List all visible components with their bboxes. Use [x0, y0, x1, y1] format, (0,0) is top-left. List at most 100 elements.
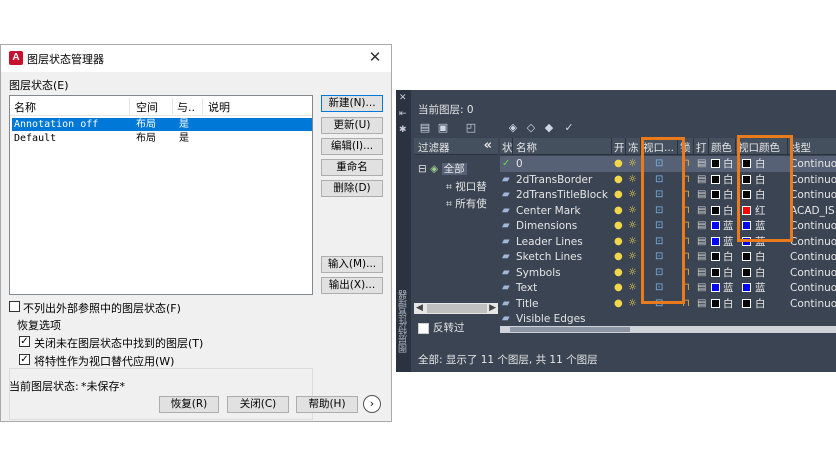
color-swatch[interactable] — [711, 236, 720, 246]
lightbulb-on-icon[interactable]: ● — [614, 204, 623, 218]
rename-button[interactable]: 重命名 — [321, 159, 383, 176]
linetype-name[interactable]: Continuo — [790, 266, 836, 280]
delete-layer-icon[interactable]: ◆ — [542, 121, 556, 134]
thaw-sun-icon[interactable]: ☼ — [628, 250, 637, 264]
col-vp-freeze[interactable]: 视口... — [643, 140, 674, 155]
tree-node-all[interactable]: ⊟ ◈ 全部 — [418, 161, 467, 176]
viewport-freeze-icon[interactable]: ⊡ — [655, 266, 663, 280]
linetype-name[interactable]: Continuo — [790, 281, 836, 295]
col-freeze[interactable]: 冻 — [628, 140, 639, 155]
layer-row[interactable]: ✓ 0 ● ☼ ⊡ ⊓ ▤ 白 白 Continuo — [500, 156, 836, 172]
close-icon[interactable]: ✕ — [367, 49, 383, 65]
column-header-space[interactable]: 空间 — [136, 99, 158, 115]
viewport-color-swatch[interactable] — [742, 283, 751, 292]
viewport-color-swatch[interactable] — [742, 298, 751, 308]
plot-icon[interactable]: ▤ — [697, 188, 706, 202]
tree-node-viewport-overrides[interactable]: ⌗ 视口替 — [446, 179, 487, 194]
linetype-name[interactable]: Continuo — [790, 297, 836, 311]
set-current-icon[interactable]: ✓ — [562, 121, 576, 134]
lightbulb-on-icon[interactable]: ● — [614, 235, 623, 249]
apply-viewport-overrides-checkbox[interactable]: ✓ — [19, 354, 30, 365]
lightbulb-on-icon[interactable]: ● — [614, 219, 623, 233]
layer-name[interactable]: Center Mark — [516, 204, 581, 218]
thaw-sun-icon[interactable]: ☼ — [628, 281, 637, 295]
invert-filter-checkbox[interactable] — [418, 322, 429, 334]
layer-row[interactable]: ▰ 2dTransBorder ● ☼ ⊡ ⊓ ▤ 白 白 Continuo — [500, 172, 836, 188]
col-vp-color[interactable]: 视口颜色 — [738, 140, 780, 155]
plot-icon[interactable]: ▤ — [697, 297, 706, 311]
thaw-sun-icon[interactable]: ☼ — [628, 204, 637, 218]
viewport-freeze-icon[interactable]: ⊡ — [655, 281, 663, 295]
unlock-icon[interactable]: ⊓ — [682, 204, 690, 218]
turn-off-missing-layers-checkbox[interactable]: ✓ — [19, 336, 30, 347]
delete-button[interactable]: 删除(D) — [321, 180, 383, 197]
column-header-match[interactable]: 与.. — [177, 99, 195, 115]
color-swatch[interactable] — [711, 205, 720, 215]
col-color[interactable]: 颜色 — [711, 140, 732, 155]
thaw-sun-icon[interactable]: ☼ — [628, 173, 637, 187]
layer-row[interactable]: ▰ 2dTransTitleBlock ● ☼ ⊡ ⊓ ▤ 白 白 Continuo — [500, 187, 836, 203]
col-name[interactable]: 名称 — [516, 140, 537, 155]
thaw-sun-icon[interactable]: ☼ — [628, 188, 637, 202]
linetype-name[interactable]: Continuo — [790, 219, 836, 233]
unlock-icon[interactable]: ⊓ — [682, 281, 690, 295]
col-status[interactable]: 状 — [502, 140, 513, 155]
col-linetype[interactable]: 线型 — [790, 140, 811, 155]
scroll-thumb[interactable] — [510, 327, 630, 332]
linetype-name[interactable]: Continuo — [790, 188, 836, 202]
plot-icon[interactable]: ▤ — [697, 250, 706, 264]
new-button[interactable]: 新建(N)... — [321, 95, 383, 112]
layer-name[interactable]: Sketch Lines — [516, 250, 582, 264]
exclude-xref-checkbox[interactable] — [9, 301, 20, 312]
lightbulb-on-icon[interactable]: ● — [614, 250, 623, 264]
color-swatch[interactable] — [711, 190, 720, 199]
linetype-name[interactable]: Continuo — [790, 173, 836, 187]
lightbulb-on-icon[interactable]: ● — [614, 266, 623, 280]
thaw-sun-icon[interactable]: ☼ — [628, 235, 637, 249]
unlock-icon[interactable]: ⊓ — [682, 266, 690, 280]
unlock-icon[interactable]: ⊓ — [682, 157, 690, 171]
unlock-icon[interactable]: ⊓ — [682, 297, 690, 311]
color-swatch[interactable] — [711, 221, 720, 230]
unlock-icon[interactable]: ⊓ — [682, 219, 690, 233]
color-swatch[interactable] — [711, 252, 720, 261]
unlock-icon[interactable]: ⊓ — [682, 188, 690, 202]
color-swatch[interactable] — [711, 267, 720, 277]
layer-state-row[interactable]: Default 布局 是 — [12, 132, 312, 145]
new-layer-icon[interactable]: ◈ — [506, 121, 520, 134]
new-group-filter-icon[interactable]: ▣ — [436, 121, 450, 134]
plot-icon[interactable]: ▤ — [697, 173, 706, 187]
linetype-name[interactable]: Continuo — [790, 157, 836, 171]
layer-row[interactable]: ▰ Title ● ☼ ⊡ ⊓ ▤ 白 白 Continuo — [500, 296, 836, 312]
restore-button[interactable]: 恢复(R) — [159, 396, 219, 413]
column-header-name[interactable]: 名称 — [14, 99, 36, 115]
update-button[interactable]: 更新(U) — [321, 117, 383, 134]
plot-icon[interactable]: ▤ — [697, 204, 706, 218]
layer-states-list[interactable]: 名称 空间 与.. 说明 Annotation off 布局 是 Default… — [9, 95, 313, 295]
viewport-color-swatch[interactable] — [742, 205, 751, 215]
invert-filter[interactable]: 反转过 — [418, 320, 465, 335]
lightbulb-on-icon[interactable]: ● — [614, 188, 623, 202]
scroll-left-icon[interactable]: ◀ — [416, 303, 423, 314]
layer-state-row[interactable]: Annotation off 布局 是 — [12, 118, 312, 131]
settings-icon[interactable]: ✱ — [399, 126, 408, 135]
plot-icon[interactable]: ▤ — [697, 266, 706, 280]
import-button[interactable]: 输入(M)... — [321, 256, 383, 273]
collapse-filter-icon[interactable]: « — [484, 138, 492, 153]
layer-row[interactable]: ▰ Visible Edges — [500, 311, 836, 326]
layer-row[interactable]: ▰ Sketch Lines ● ☼ ⊡ ⊓ ▤ 白 白 Continuo — [500, 249, 836, 265]
viewport-freeze-icon[interactable]: ⊡ — [655, 157, 663, 171]
viewport-freeze-icon[interactable]: ⊡ — [655, 204, 663, 218]
linetype-name[interactable]: Continuo — [790, 235, 836, 249]
plot-icon[interactable]: ▤ — [697, 157, 706, 171]
viewport-freeze-icon[interactable]: ⊡ — [655, 250, 663, 264]
unlock-icon[interactable]: ⊓ — [682, 250, 690, 264]
layer-name[interactable]: Title — [516, 297, 539, 311]
viewport-freeze-icon[interactable]: ⊡ — [655, 219, 663, 233]
color-swatch[interactable] — [711, 159, 720, 168]
filter-horizontal-scrollbar[interactable]: ◀ ▶ — [414, 303, 498, 314]
layer-name[interactable]: Text — [516, 281, 537, 295]
unlock-icon[interactable]: ⊓ — [682, 173, 690, 187]
viewport-color-swatch[interactable] — [742, 221, 751, 230]
more-options-icon[interactable]: › — [363, 395, 381, 413]
